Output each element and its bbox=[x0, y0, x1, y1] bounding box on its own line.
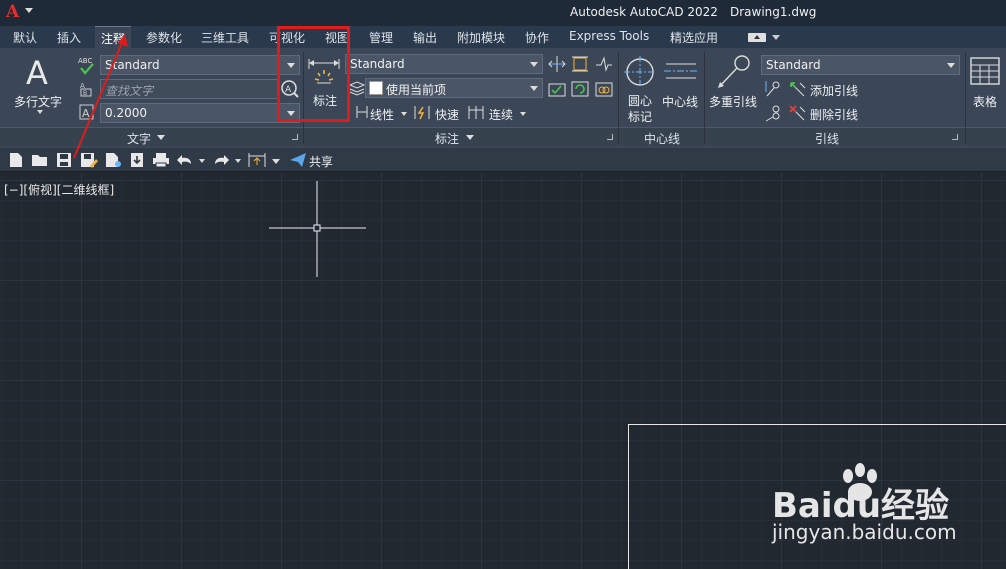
table-panel-titlebar bbox=[966, 127, 1006, 146]
remove-leader-icon[interactable] bbox=[788, 104, 808, 125]
ribbon-tab-bar: 默认 插入 注释 参数化 三维工具 可视化 视图 管理 输出 附加模块 协作 E… bbox=[0, 26, 1006, 48]
leader-style-value: Standard bbox=[766, 58, 821, 72]
chevron-down-icon bbox=[530, 86, 538, 91]
watermark-url: jingyan.baidu.com bbox=[772, 520, 957, 544]
undo-dropdown-icon[interactable] bbox=[199, 159, 205, 163]
add-leader-label[interactable]: 添加引线 bbox=[810, 82, 858, 99]
centerline-label[interactable]: 中心线 bbox=[662, 93, 698, 110]
file-title: Drawing1.dwg bbox=[730, 5, 817, 19]
add-leader-icon[interactable] bbox=[788, 80, 808, 101]
quick-access-toolbar bbox=[0, 148, 1006, 172]
text-panel-caret-icon[interactable] bbox=[157, 135, 165, 140]
autocad-logo[interactable]: A bbox=[6, 2, 19, 22]
tab-manage[interactable]: 管理 bbox=[369, 29, 393, 46]
tab-default[interactable]: 默认 bbox=[13, 29, 37, 46]
chevron-down-icon bbox=[947, 63, 955, 68]
tab-express-tools[interactable]: Express Tools bbox=[569, 29, 649, 43]
undo-icon[interactable] bbox=[176, 152, 194, 171]
app-title: Autodesk AutoCAD 2022 bbox=[570, 5, 718, 19]
layer-icon bbox=[348, 80, 366, 99]
remove-leader-label[interactable]: 删除引线 bbox=[810, 106, 858, 123]
quick-dim-icon[interactable] bbox=[413, 104, 431, 125]
crosshair-cursor bbox=[269, 181, 367, 280]
leader-panel-title[interactable]: 引线 bbox=[815, 130, 839, 147]
dim-style-value: Standard bbox=[350, 57, 405, 71]
dim-panel-caret-icon[interactable] bbox=[466, 135, 474, 140]
leader-panel-launcher-icon[interactable] bbox=[952, 134, 958, 140]
linear-dim-label[interactable]: 线性 bbox=[370, 106, 394, 123]
qat-customize-icon[interactable] bbox=[272, 159, 280, 164]
tab-addins[interactable]: 附加模块 bbox=[457, 29, 505, 46]
workspace-dim-icon[interactable] bbox=[247, 151, 267, 172]
dim-reassociate-icon[interactable] bbox=[595, 80, 613, 101]
dim-update-icon[interactable] bbox=[571, 80, 589, 101]
plot-print-icon[interactable] bbox=[152, 152, 170, 171]
dim-inspect-icon[interactable] bbox=[548, 80, 566, 101]
centerline-icon[interactable] bbox=[664, 60, 698, 85]
app-menu-caret-icon[interactable] bbox=[25, 8, 33, 13]
dim-adjust-space-icon[interactable] bbox=[571, 55, 589, 76]
tab-parametric[interactable]: 参数化 bbox=[146, 29, 182, 46]
ribbon-options-caret-icon[interactable] bbox=[772, 35, 780, 40]
dim-style-select[interactable]: Standard bbox=[345, 54, 543, 74]
continue-dim-label[interactable]: 连续 bbox=[489, 106, 513, 123]
redo-icon[interactable] bbox=[212, 152, 230, 171]
leader-align-icon[interactable] bbox=[764, 80, 782, 101]
dim-layer-select[interactable]: 使用当前项 bbox=[365, 78, 543, 98]
center-mark-label[interactable]: 圆心 标记 bbox=[628, 93, 652, 125]
multileader-label[interactable]: 多重引线 bbox=[709, 93, 757, 110]
text-panel-launcher-icon[interactable] bbox=[292, 134, 298, 140]
layer-color-swatch bbox=[369, 81, 383, 95]
dim-break-icon[interactable] bbox=[548, 55, 566, 76]
table-icon[interactable] bbox=[970, 57, 1000, 88]
continue-dim-icon[interactable] bbox=[467, 104, 485, 125]
centerline-panel-title: 中心线 bbox=[644, 132, 681, 146]
mtext-caret-icon[interactable] bbox=[37, 110, 43, 114]
viewport-controls[interactable]: [−][俯视][二维线框] bbox=[4, 181, 114, 198]
open-folder-icon[interactable] bbox=[31, 152, 49, 171]
title-bar: A Autodesk AutoCAD 2022 Drawing1.dwg bbox=[0, 0, 1006, 26]
paw-icon bbox=[843, 463, 877, 501]
table-label[interactable]: 表格 bbox=[973, 93, 997, 110]
leader-style-select[interactable]: Standard bbox=[761, 55, 960, 75]
dim-panel-titlebar[interactable] bbox=[304, 127, 618, 146]
baidu-watermark: Baidu经验 jingyan.baidu.com bbox=[772, 458, 992, 544]
chevron-down-icon[interactable] bbox=[401, 112, 407, 116]
dim-panel-launcher-icon[interactable] bbox=[607, 134, 613, 140]
center-mark-icon[interactable] bbox=[624, 56, 656, 91]
red-arrow-annotation bbox=[68, 30, 130, 165]
quick-dim-label[interactable]: 快速 bbox=[435, 106, 459, 123]
mtext-icon[interactable]: A bbox=[26, 54, 54, 92]
linear-dim-icon[interactable] bbox=[355, 104, 369, 123]
chevron-down-icon bbox=[530, 62, 538, 67]
tab-output[interactable]: 输出 bbox=[413, 29, 437, 46]
text-panel-title[interactable]: 文字 bbox=[127, 130, 151, 147]
tab-collaborate[interactable]: 协作 bbox=[525, 29, 549, 46]
text-panel-titlebar[interactable] bbox=[0, 127, 303, 146]
svg-text:A: A bbox=[26, 56, 48, 88]
chevron-down-icon[interactable] bbox=[520, 112, 526, 116]
share-label[interactable]: 共享 bbox=[309, 153, 333, 170]
tab-featured-apps[interactable]: 精选应用 bbox=[670, 29, 718, 46]
mtext-button-label[interactable]: 多行文字 bbox=[14, 93, 62, 110]
dimension-highlight-box bbox=[277, 26, 350, 122]
dim-panel-title[interactable]: 标注 bbox=[435, 130, 459, 147]
new-file-icon[interactable] bbox=[8, 152, 24, 171]
dim-layer-value: 使用当前项 bbox=[386, 83, 447, 97]
tab-3d-tools[interactable]: 三维工具 bbox=[201, 29, 249, 46]
leader-collect-icon[interactable] bbox=[764, 104, 782, 125]
multileader-icon[interactable] bbox=[714, 54, 752, 93]
redo-dropdown-icon[interactable] bbox=[235, 159, 241, 163]
ribbon-minimize-button[interactable] bbox=[748, 33, 766, 42]
text-style-select[interactable]: Standard bbox=[100, 55, 300, 75]
dim-jog-icon[interactable] bbox=[595, 55, 613, 76]
save-web-icon[interactable] bbox=[128, 152, 146, 171]
text-height-select[interactable]: 0.2000 bbox=[100, 103, 300, 123]
share-icon[interactable] bbox=[289, 152, 307, 171]
